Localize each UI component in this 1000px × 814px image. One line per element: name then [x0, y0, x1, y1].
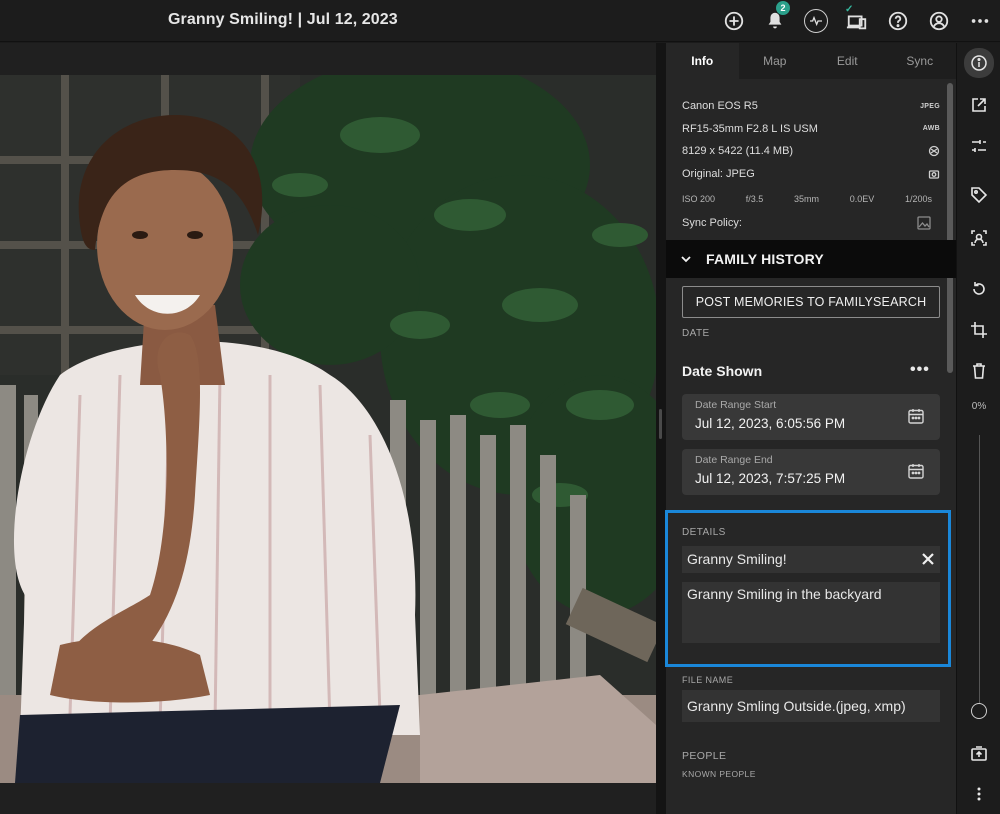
date-range-start-label: Date Range Start — [695, 399, 777, 411]
awb-badge: AWB — [922, 125, 940, 133]
date-range-end-label: Date Range End — [695, 454, 773, 466]
date-range-start-field[interactable]: Date Range Start Jul 12, 2023, 6:05:56 P… — [682, 394, 940, 440]
info-panel: Info Map Edit Sync Canon EOS R5 JPEG RF1… — [666, 43, 956, 814]
date-section-label: DATE — [682, 328, 710, 339]
page-title: Granny Smiling! | Jul 12, 2023 — [168, 11, 398, 28]
original-format: Original: JPEG — [682, 168, 755, 181]
calendar-icon[interactable] — [907, 407, 925, 425]
activity-icon[interactable] — [795, 0, 836, 42]
jpeg-badge: JPEG — [920, 102, 940, 110]
calendar-icon[interactable] — [907, 462, 925, 480]
date-shown-title: Date Shown — [682, 363, 763, 379]
tab-info[interactable]: Info — [666, 43, 739, 79]
aperture-icon — [928, 146, 940, 157]
original-row: Original: JPEG — [682, 163, 940, 186]
date-range-start-value: Jul 12, 2023, 6:05:56 PM — [695, 416, 846, 431]
panel-scrollbar[interactable] — [947, 83, 953, 373]
zoom-slider-thumb[interactable] — [971, 703, 987, 719]
sync-policy-label: Sync Policy: — [682, 217, 742, 230]
photo-illustration — [0, 75, 656, 783]
battery-icon[interactable] — [965, 740, 993, 768]
top-toolbar: 2 ✓ — [713, 0, 1000, 42]
family-history-header[interactable]: FAMILY HISTORY — [666, 240, 956, 278]
dimensions-row: 8129 x 5422 (11.4 MB) — [682, 140, 940, 163]
top-bar: Granny Smiling! | Jul 12, 2023 2 ✓ — [0, 0, 1000, 42]
open-external-icon[interactable] — [965, 91, 993, 119]
exif-aperture: f/3.5 — [745, 194, 764, 205]
date-more-button[interactable]: ••• — [910, 361, 930, 379]
lens-row: RF15-35mm F2.8 L IS USM AWB — [682, 118, 940, 141]
image-sync-icon[interactable] — [916, 215, 932, 231]
info-icon[interactable] — [964, 48, 994, 78]
more-icon[interactable] — [959, 0, 1000, 42]
zoom-percent: 0% — [971, 401, 987, 412]
lens-model: RF15-35mm F2.8 L IS USM — [682, 122, 818, 135]
sync-policy-row: Sync Policy: — [682, 210, 940, 236]
delete-icon[interactable] — [965, 357, 993, 385]
panel-tabs: Info Map Edit Sync — [666, 43, 956, 79]
crop-icon[interactable] — [965, 316, 993, 344]
file-name-value: Granny Smling Outside.(jpeg, xmp) — [687, 698, 906, 714]
post-memories-button[interactable]: POST MEMORIES TO FAMILYSEARCH — [682, 286, 940, 318]
devices-check-icon[interactable]: ✓ — [836, 0, 877, 42]
adjust-sliders-icon[interactable] — [965, 132, 993, 160]
rotate-icon[interactable] — [965, 275, 993, 303]
file-name-input[interactable]: Granny Smling Outside.(jpeg, xmp) — [682, 690, 940, 722]
help-icon[interactable] — [877, 0, 918, 42]
photo-viewer — [0, 43, 656, 814]
known-people-label: KNOWN PEOPLE — [682, 769, 756, 779]
image-dimensions: 8129 x 5422 (11.4 MB) — [682, 145, 794, 158]
camera-model: Canon EOS R5 — [682, 100, 758, 113]
people-label: PEOPLE — [682, 750, 727, 762]
photo[interactable] — [0, 75, 656, 783]
date-range-end-field[interactable]: Date Range End Jul 12, 2023, 7:57:25 PM — [682, 449, 940, 495]
exif-shutter: 1/200s — [904, 194, 932, 205]
metadata-section: Canon EOS R5 JPEG RF15-35mm F2.8 L IS US… — [666, 79, 956, 236]
camera-icon — [928, 170, 940, 179]
exif-iso: ISO 200 — [682, 194, 716, 205]
bell-icon[interactable]: 2 — [754, 0, 795, 42]
right-rail: 0% — [956, 43, 1000, 814]
camera-row: Canon EOS R5 JPEG — [682, 95, 940, 118]
exif-row: ISO 200 f/3.5 35mm 0.0EV 1/200s — [682, 188, 940, 210]
tag-icon[interactable] — [965, 181, 993, 209]
panel-splitter[interactable] — [656, 43, 666, 814]
more-vertical-icon[interactable] — [965, 780, 993, 808]
add-circle-icon[interactable] — [713, 0, 754, 42]
notification-badge: 2 — [776, 1, 790, 15]
tab-edit[interactable]: Edit — [811, 43, 884, 79]
details-highlight — [665, 510, 951, 667]
date-range-end-value: Jul 12, 2023, 7:57:25 PM — [695, 471, 846, 486]
exif-focal: 35mm — [793, 194, 819, 205]
tab-sync[interactable]: Sync — [884, 43, 957, 79]
account-icon[interactable] — [918, 0, 959, 42]
exif-ev: 0.0EV — [849, 194, 875, 205]
splitter-grip[interactable] — [659, 409, 662, 439]
zoom-slider[interactable] — [979, 435, 980, 703]
file-name-label: FILE NAME — [682, 675, 734, 685]
chevron-down-icon — [681, 256, 691, 263]
face-scan-icon[interactable] — [965, 224, 993, 252]
family-history-title: FAMILY HISTORY — [706, 251, 824, 267]
tab-map[interactable]: Map — [739, 43, 812, 79]
